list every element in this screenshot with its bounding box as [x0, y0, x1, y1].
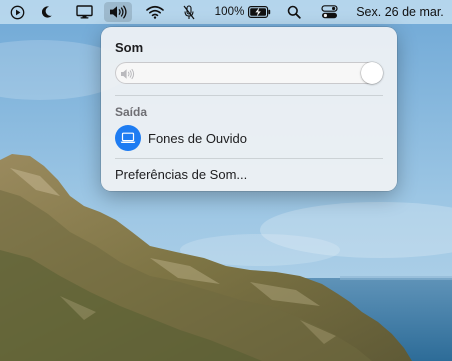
wifi-icon[interactable] — [143, 2, 167, 22]
magnifier-icon[interactable] — [283, 2, 305, 22]
battery-status[interactable]: 100% — [212, 2, 274, 22]
display-icon[interactable] — [72, 2, 96, 22]
sound-preferences-item[interactable]: Preferências de Som... — [115, 167, 247, 182]
volume-slider[interactable] — [115, 62, 383, 84]
control-center-icon[interactable] — [317, 2, 341, 22]
sound-menu-title: Som — [115, 40, 144, 55]
speaker-icon — [120, 67, 135, 85]
play-circle-icon[interactable] — [6, 2, 28, 22]
microphone-off-icon[interactable] — [179, 2, 199, 22]
menu-bar: 100% Sex. 26 de mar. — [0, 0, 452, 24]
laptop-icon — [115, 125, 141, 151]
moon-icon[interactable] — [38, 2, 60, 22]
divider — [115, 95, 383, 96]
divider — [115, 158, 383, 159]
output-device-label: Fones de Ouvido — [148, 131, 248, 146]
menubar-clock[interactable]: Sex. 26 de mar. — [350, 2, 450, 22]
battery-charging-icon — [248, 6, 271, 18]
output-section-title: Saída — [115, 105, 148, 119]
speaker-icon[interactable] — [104, 2, 132, 22]
battery-percent: 100% — [214, 6, 245, 18]
volume-slider-knob[interactable] — [361, 62, 383, 84]
sound-menu: Som Saída Fones de Ouvido Preferências d… — [101, 27, 397, 191]
output-device-headphones[interactable]: Fones de Ouvido — [109, 124, 389, 152]
